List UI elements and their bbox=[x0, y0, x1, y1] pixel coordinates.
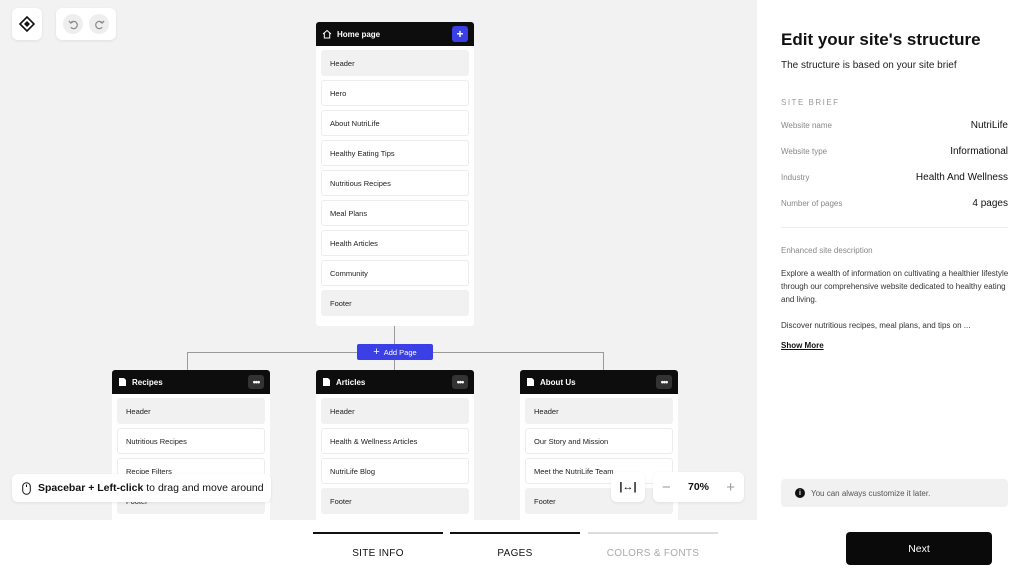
section-item[interactable]: Header bbox=[321, 398, 469, 424]
connector-recipes bbox=[187, 352, 188, 370]
step-tabs-bar: SITE INFO PAGES COLORS & FONTS bbox=[0, 520, 757, 572]
zoom-level: 70% bbox=[687, 481, 709, 493]
info-notice: i You can always customize it later. bbox=[781, 479, 1008, 507]
logo-button[interactable] bbox=[12, 8, 42, 40]
page-title: About Us bbox=[540, 377, 576, 387]
plus-icon: + bbox=[373, 346, 380, 358]
brief-key: Website name bbox=[781, 121, 832, 130]
page-icon bbox=[527, 378, 534, 386]
page-title: Recipes bbox=[132, 377, 163, 387]
brief-row: Website type Informational bbox=[781, 146, 1008, 157]
add-section-button[interactable]: + bbox=[452, 26, 468, 42]
panel-subtitle: The structure is based on your site brie… bbox=[781, 60, 957, 71]
page-card-home[interactable]: Home page + Header Hero About NutriLife … bbox=[316, 22, 474, 326]
section-item[interactable]: Hero bbox=[321, 80, 469, 106]
mouse-icon bbox=[22, 481, 31, 495]
section-item[interactable]: Health & Wellness Articles bbox=[321, 428, 469, 454]
description-label: Enhanced site description bbox=[781, 246, 873, 255]
diamond-logo-icon bbox=[19, 16, 35, 32]
brief-value: Health And Wellness bbox=[915, 172, 1008, 183]
section-item[interactable]: Footer bbox=[321, 488, 469, 514]
tab-colors-fonts[interactable]: COLORS & FONTS bbox=[588, 532, 718, 572]
page-title: Articles bbox=[336, 377, 366, 387]
tab-pages[interactable]: PAGES bbox=[450, 532, 580, 572]
navigation-hint: Spacebar + Left-click to drag and move a… bbox=[12, 474, 271, 502]
home-icon bbox=[322, 29, 332, 39]
fit-width-button[interactable]: |↔| bbox=[611, 472, 645, 502]
section-list: Header Health & Wellness Articles NutriL… bbox=[316, 394, 474, 520]
description-paragraph-1: Explore a wealth of information on culti… bbox=[781, 269, 1009, 304]
page-icon bbox=[323, 378, 330, 386]
info-text: You can always customize it later. bbox=[811, 488, 931, 498]
section-item[interactable]: About NutriLife bbox=[321, 110, 469, 136]
section-item[interactable]: Our Story and Mission bbox=[525, 428, 673, 454]
section-list: Header Our Story and Mission Meet the Nu… bbox=[520, 394, 678, 520]
section-item[interactable]: Health Articles bbox=[321, 230, 469, 256]
undo-icon bbox=[67, 19, 78, 29]
page-card-articles[interactable]: Articles ••• Header Health & Wellness Ar… bbox=[316, 370, 474, 520]
next-button[interactable]: Next bbox=[846, 532, 992, 565]
section-item[interactable]: Header bbox=[525, 398, 673, 424]
brief-row: Number of pages 4 pages bbox=[781, 198, 1008, 209]
zoom-in-button[interactable]: + bbox=[726, 479, 735, 496]
section-item[interactable]: Community bbox=[321, 260, 469, 286]
more-options-button[interactable]: ••• bbox=[248, 375, 264, 389]
tab-site-info[interactable]: SITE INFO bbox=[313, 532, 443, 572]
zoom-control: − 70% + bbox=[653, 472, 744, 502]
section-item[interactable]: Meal Plans bbox=[321, 200, 469, 226]
structure-canvas[interactable]: Home page + Header Hero About NutriLife … bbox=[0, 0, 757, 520]
brief-row: Website name NutriLife bbox=[781, 120, 1008, 131]
more-icon: ••• bbox=[660, 377, 669, 387]
undo-button[interactable] bbox=[63, 14, 83, 34]
section-item[interactable]: Footer bbox=[321, 290, 469, 316]
more-options-button[interactable]: ••• bbox=[656, 375, 672, 389]
fit-width-icon: |↔| bbox=[619, 481, 637, 493]
redo-icon bbox=[94, 19, 105, 29]
section-item[interactable]: Footer bbox=[525, 488, 673, 514]
brief-key: Website type bbox=[781, 147, 828, 156]
section-item[interactable]: NutriLife Blog bbox=[321, 458, 469, 484]
section-item[interactable]: Header bbox=[321, 50, 469, 76]
show-more-link[interactable]: Show More bbox=[781, 341, 824, 350]
section-list: Header Hero About NutriLife Healthy Eati… bbox=[316, 46, 474, 324]
add-page-label: Add Page bbox=[383, 347, 417, 357]
more-icon: ••• bbox=[252, 377, 261, 387]
info-icon: i bbox=[795, 488, 805, 498]
hint-keys: Spacebar + Left-click bbox=[38, 482, 144, 494]
card-header: Articles ••• bbox=[316, 370, 474, 394]
redo-button[interactable] bbox=[89, 14, 109, 34]
brief-value: NutriLife bbox=[970, 120, 1008, 131]
brief-key: Number of pages bbox=[781, 199, 843, 208]
panel-title: Edit your site's structure bbox=[781, 30, 981, 49]
connector-about bbox=[603, 352, 604, 370]
section-item[interactable]: Healthy Eating Tips bbox=[321, 140, 469, 166]
brief-key: Industry bbox=[781, 173, 810, 182]
plus-icon: + bbox=[456, 27, 464, 41]
add-page-button[interactable]: + Add Page bbox=[357, 344, 433, 360]
section-item[interactable]: Header bbox=[117, 398, 265, 424]
page-title: Home page bbox=[337, 29, 381, 39]
card-header: Recipes ••• bbox=[112, 370, 270, 394]
card-header: Home page + bbox=[316, 22, 474, 46]
description-paragraph-2: Discover nutritious recipes, meal plans,… bbox=[781, 321, 971, 330]
hint-text: to drag and move around bbox=[146, 482, 264, 494]
site-brief-panel: Edit your site's structure The structure… bbox=[757, 0, 1024, 572]
zoom-out-button[interactable]: − bbox=[662, 479, 671, 496]
card-header: About Us ••• bbox=[520, 370, 678, 394]
site-brief-label: SITE BRIEF bbox=[781, 98, 840, 107]
brief-value: Informational bbox=[950, 146, 1008, 157]
more-options-button[interactable]: ••• bbox=[452, 375, 468, 389]
brief-row: Industry Health And Wellness bbox=[781, 172, 1008, 183]
section-item[interactable]: Nutritious Recipes bbox=[321, 170, 469, 196]
undo-redo-group bbox=[56, 8, 116, 40]
page-icon bbox=[119, 378, 126, 386]
section-item[interactable]: Nutritious Recipes bbox=[117, 428, 265, 454]
divider bbox=[781, 227, 1008, 228]
section-item[interactable]: Meet the NutriLife Team bbox=[525, 458, 673, 484]
brief-value: 4 pages bbox=[972, 198, 1008, 209]
more-icon: ••• bbox=[456, 377, 465, 387]
